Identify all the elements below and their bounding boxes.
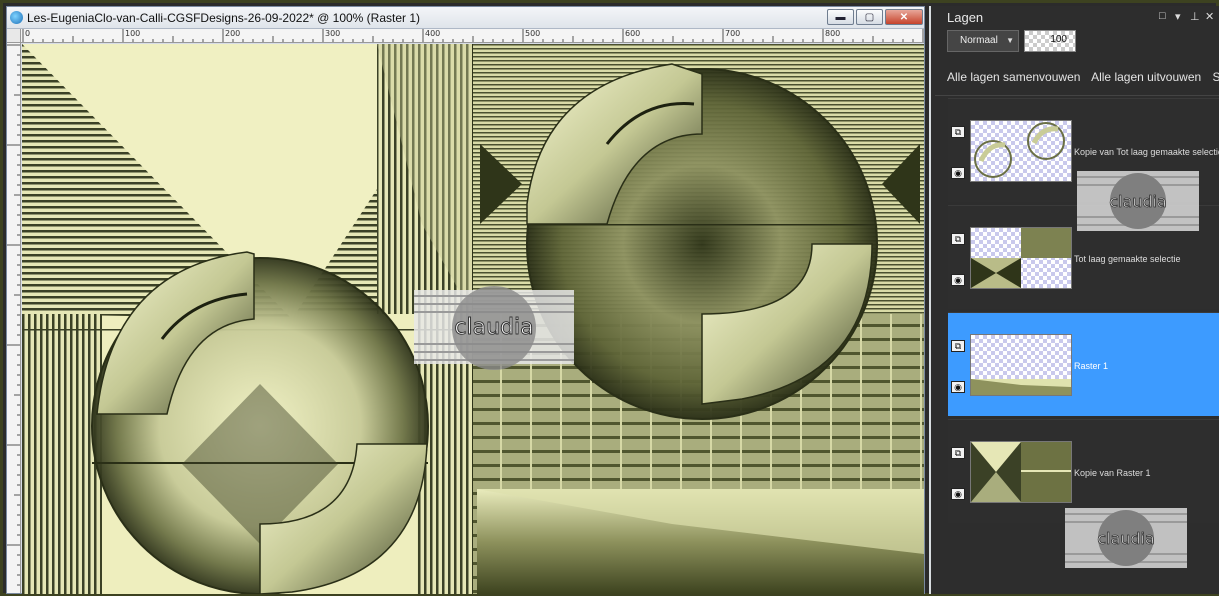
palette-watermark-upper: claudia xyxy=(1077,171,1199,231)
ruler-label-700: 700 xyxy=(725,29,741,38)
blend-mode-select[interactable]: Normaal ▼ xyxy=(947,30,1019,52)
layer-actions: Alle lagen samenvouwen Alle lagen uitvou… xyxy=(947,70,1219,84)
image-canvas[interactable]: claudia xyxy=(22,44,924,594)
layer-thumbnail-art xyxy=(974,122,1065,178)
close-button[interactable]: ✕ xyxy=(885,9,923,25)
palette-watermark-text: claudia xyxy=(1097,529,1155,548)
layers-palette: Lagen □ ▾ ⊥ ✕ Normaal ▼ 100 Alle lagen s… xyxy=(929,6,1219,594)
ruler-label-400: 400 xyxy=(425,29,441,38)
layer-group-icon[interactable]: ⧉ xyxy=(951,340,965,352)
opacity-field[interactable]: 100 xyxy=(1024,30,1076,52)
layer-thumbnail xyxy=(970,227,1072,289)
palette-close-icon[interactable]: □ xyxy=(1159,10,1166,22)
layer-group-icon[interactable]: ⧉ xyxy=(951,447,965,459)
visibility-eye-icon[interactable]: ◉ xyxy=(951,488,965,500)
expand-all-layers-button[interactable]: Alle lagen uitvouwen xyxy=(1091,70,1201,84)
collapse-all-layers-button[interactable]: Alle lagen samenvouwen xyxy=(947,70,1080,84)
ruler-label-300: 300 xyxy=(325,29,341,38)
canvas-watermark-text: claudia xyxy=(454,315,533,340)
horizontal-ruler-ticks xyxy=(22,29,924,42)
artwork: claudia xyxy=(22,44,924,594)
ruler-label-800: 800 xyxy=(825,29,841,38)
layer-name: Raster 1 xyxy=(1074,361,1109,371)
horizontal-ruler[interactable]: 0 100 200 300 400 500 600 700 800 xyxy=(21,29,924,43)
layers-palette-title: Lagen xyxy=(947,10,984,25)
layer-group-icon[interactable]: ⧉ xyxy=(951,126,965,138)
document-title: Les-EugeniaClo-van-Calli-CGSFDesigns-26-… xyxy=(27,11,421,25)
layer-group-icon[interactable]: ⧉ xyxy=(951,233,965,245)
chevron-down-icon: ▼ xyxy=(1006,36,1014,45)
visibility-eye-icon[interactable]: ◉ xyxy=(951,167,965,179)
layer-thumbnail-art xyxy=(971,228,1071,288)
layer-name: Kopie van Tot laag gemaakte selectie xyxy=(1074,147,1219,157)
maximize-button[interactable]: ▢ xyxy=(856,9,883,25)
app-frame: Les-EugeniaClo-van-Calli-CGSFDesigns-26-… xyxy=(0,0,1219,596)
layer-name: Tot laag gemaakte selectie xyxy=(1074,254,1181,264)
layer-thumbnail xyxy=(970,120,1072,182)
palette-dismiss-icon[interactable]: ✕ xyxy=(1205,10,1214,23)
layer-name: Kopie van Raster 1 xyxy=(1074,468,1151,478)
minimize-button[interactable]: ▬ xyxy=(827,9,854,25)
palette-watermark: claudia xyxy=(1065,508,1187,568)
palette-pin-icon[interactable]: ⊥ xyxy=(1190,10,1200,23)
layer-thumbnail-art xyxy=(971,379,1071,395)
ruler-label-100: 100 xyxy=(125,29,141,38)
vertical-ruler[interactable] xyxy=(7,43,21,593)
palette-watermark-text: claudia xyxy=(1109,192,1167,211)
visibility-eye-icon[interactable]: ◉ xyxy=(951,274,965,286)
center-watermark: claudia xyxy=(414,286,574,370)
opacity-value: 100 xyxy=(1050,34,1067,45)
layer-row-raster-1[interactable]: ⧉ ◉ Raster 1 xyxy=(948,312,1219,416)
document-titlebar[interactable]: Les-EugeniaClo-van-Calli-CGSFDesigns-26-… xyxy=(7,7,924,29)
truncated-action-button[interactable]: Sn xyxy=(1213,70,1219,84)
layer-thumbnail xyxy=(970,441,1072,503)
document-window: Les-EugeniaClo-van-Calli-CGSFDesigns-26-… xyxy=(6,6,925,594)
ruler-label-600: 600 xyxy=(625,29,641,38)
layer-thumbnail-art xyxy=(971,442,1071,502)
ruler-label-0: 0 xyxy=(25,29,31,38)
ruler-corner xyxy=(7,29,21,43)
layer-thumbnail xyxy=(970,334,1072,396)
blend-mode-value: Normaal xyxy=(960,35,998,46)
ruler-label-200: 200 xyxy=(225,29,241,38)
palette-menu-icon[interactable]: ▾ xyxy=(1175,10,1181,23)
visibility-eye-icon[interactable]: ◉ xyxy=(951,381,965,393)
ruler-label-500: 500 xyxy=(525,29,541,38)
palette-divider xyxy=(935,95,1219,96)
vertical-ruler-ticks xyxy=(7,44,20,586)
document-icon xyxy=(10,11,23,24)
